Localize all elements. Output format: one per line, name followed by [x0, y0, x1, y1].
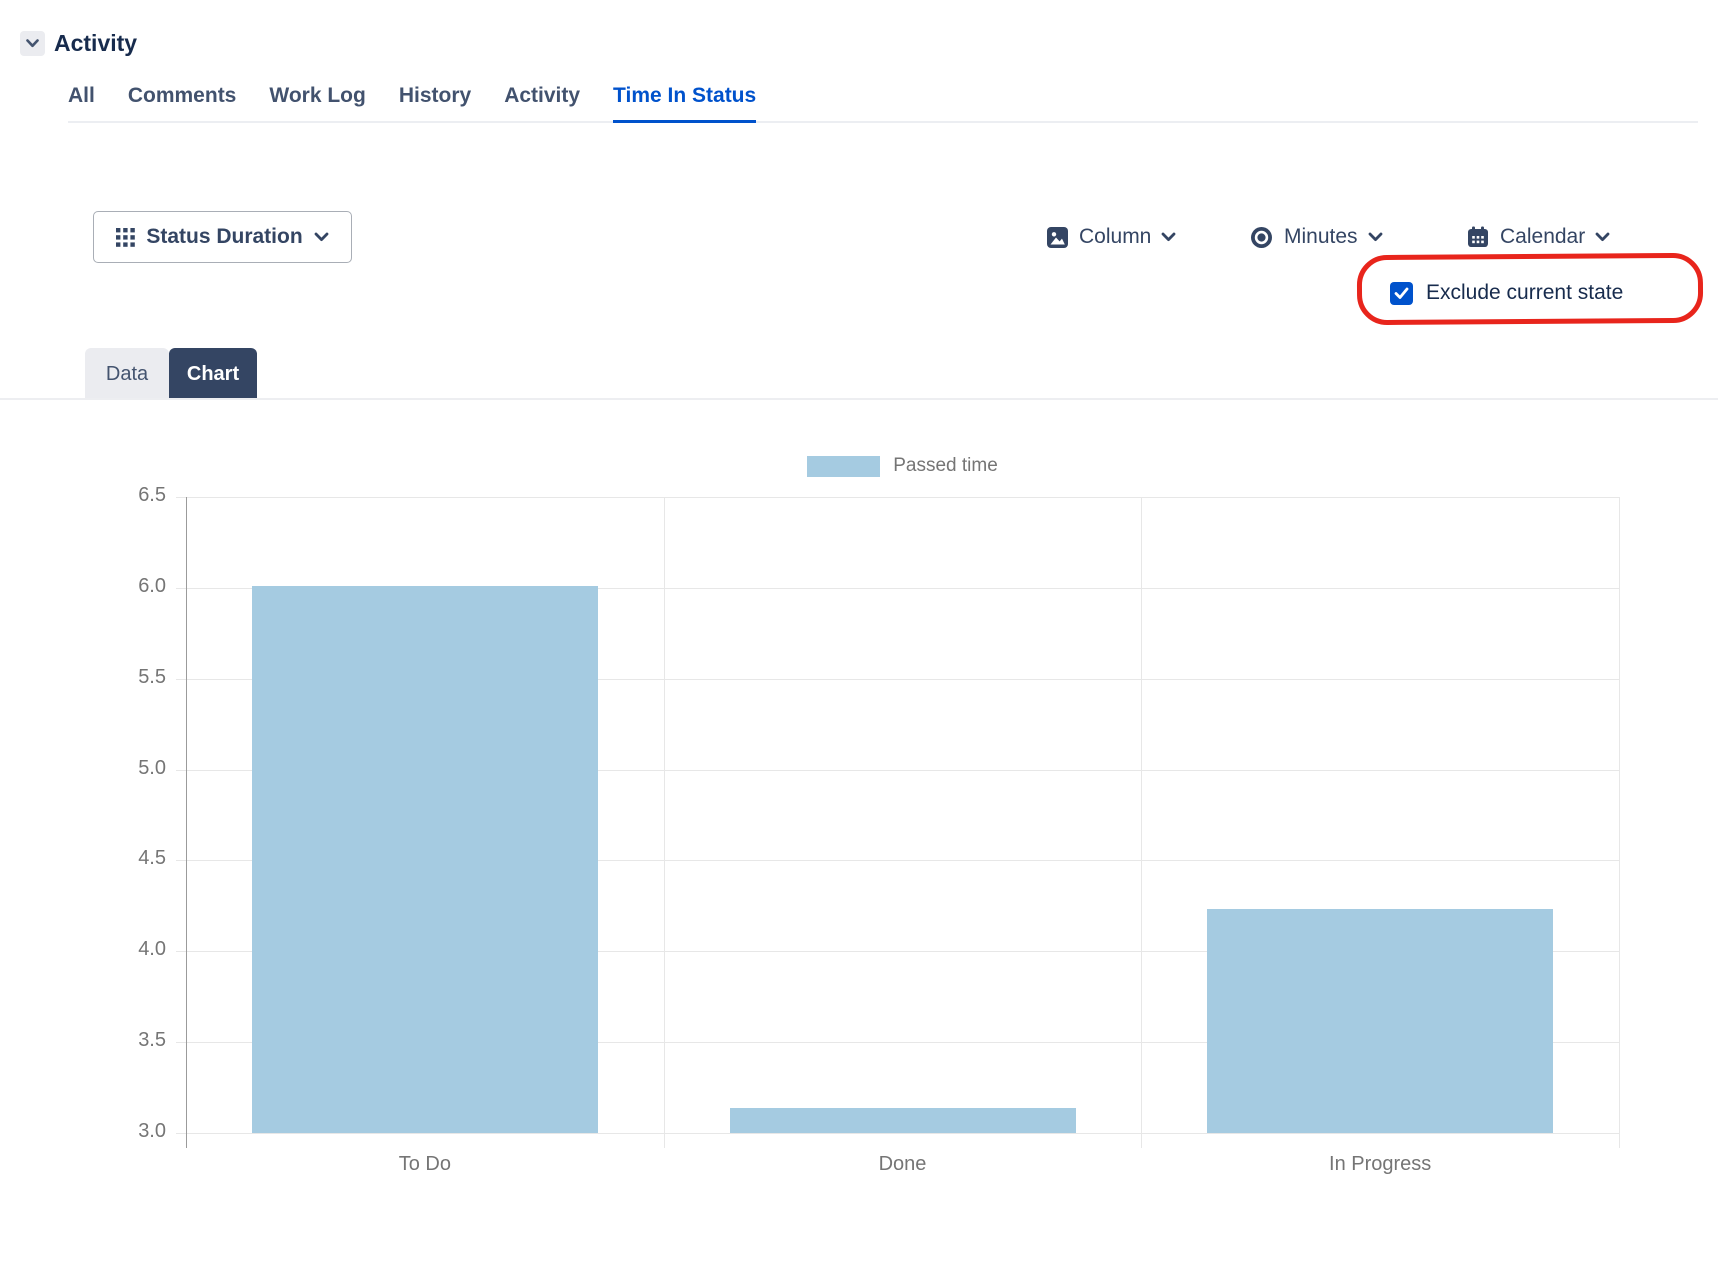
minutes-dropdown[interactable]: Minutes: [1249, 221, 1383, 253]
disc-icon: [1249, 225, 1274, 250]
tab-activity[interactable]: Activity: [504, 84, 580, 121]
exclude-current-state-label: Exclude current state: [1426, 281, 1623, 305]
checkbox-checked-icon: [1390, 282, 1413, 305]
chevron-down-icon: [26, 39, 39, 48]
chart-legend: Passed time: [186, 455, 1619, 477]
image-icon: [1046, 226, 1069, 249]
grid-line-horizontal: [176, 860, 1619, 861]
x-axis-label-done: Done: [743, 1153, 1063, 1176]
y-tick-label: 3.5: [86, 1029, 166, 1052]
tab-work-log[interactable]: Work Log: [269, 84, 365, 121]
activity-header: Activity: [20, 30, 137, 57]
y-tick-label: 5.5: [86, 666, 166, 689]
bar-chart: Passed time 3.0 3.5 4.0 4.5 5.0 5.5 6.0 6.5 To Do…: [0, 0, 1718, 1280]
y-tick-label: 4.0: [86, 938, 166, 961]
y-tick-label: 3.0: [86, 1120, 166, 1143]
grid-line-vertical: [1619, 497, 1620, 1148]
column-dropdown[interactable]: Column: [1046, 221, 1176, 253]
status-duration-label: Status Duration: [146, 225, 302, 249]
grid-line-horizontal: [176, 1042, 1619, 1043]
tab-chart[interactable]: Chart: [169, 348, 257, 400]
activity-collapse-button[interactable]: [20, 31, 45, 56]
bar-done: [730, 1108, 1076, 1133]
calendar-icon: [1466, 225, 1490, 249]
divider: [0, 398, 1718, 400]
grid-line-horizontal: [176, 679, 1619, 680]
grid-line-horizontal: [176, 497, 1619, 498]
exclude-current-state-checkbox[interactable]: Exclude current state: [1390, 281, 1623, 305]
y-axis-line: [186, 497, 187, 1148]
bar-to-do: [252, 586, 598, 1133]
grid-line-vertical: [664, 497, 665, 1148]
tab-all[interactable]: All: [68, 84, 95, 121]
chevron-down-icon: [1161, 232, 1176, 242]
column-label: Column: [1079, 225, 1151, 249]
minutes-label: Minutes: [1284, 225, 1358, 249]
chevron-down-icon: [314, 232, 329, 242]
y-tick-label: 6.0: [86, 575, 166, 598]
y-tick-label: 4.5: [86, 847, 166, 870]
bar-in-progress: [1207, 909, 1553, 1133]
tab-data[interactable]: Data: [85, 348, 169, 400]
x-axis-label-to-do: To Do: [265, 1153, 585, 1176]
activity-tab-bar: All Comments Work Log History Activity T…: [68, 84, 1698, 123]
grid-icon: [116, 228, 135, 247]
status-duration-dropdown[interactable]: Status Duration: [93, 211, 352, 263]
calendar-label: Calendar: [1500, 225, 1585, 249]
x-axis-label-in-progress: In Progress: [1220, 1153, 1540, 1176]
grid-line-horizontal: [176, 1133, 1619, 1134]
chevron-down-icon: [1595, 232, 1610, 242]
tab-comments[interactable]: Comments: [128, 84, 237, 121]
y-tick-label: 6.5: [86, 484, 166, 507]
tab-time-in-status[interactable]: Time In Status: [613, 84, 756, 123]
y-tick-label: 5.0: [86, 757, 166, 780]
page-title: Activity: [54, 30, 137, 57]
calendar-dropdown[interactable]: Calendar: [1466, 221, 1610, 253]
grid-line-horizontal: [176, 770, 1619, 771]
legend-label: Passed time: [893, 455, 998, 477]
issue-activity-panel: Activity All Comments Work Log History A…: [0, 0, 1718, 1280]
legend-swatch: [807, 456, 880, 477]
grid-line-vertical: [1141, 497, 1142, 1148]
tab-history[interactable]: History: [399, 84, 471, 121]
view-tab-bar: Data Chart: [85, 348, 257, 400]
grid-line-horizontal: [176, 588, 1619, 589]
chevron-down-icon: [1368, 232, 1383, 242]
grid-line-horizontal: [176, 951, 1619, 952]
